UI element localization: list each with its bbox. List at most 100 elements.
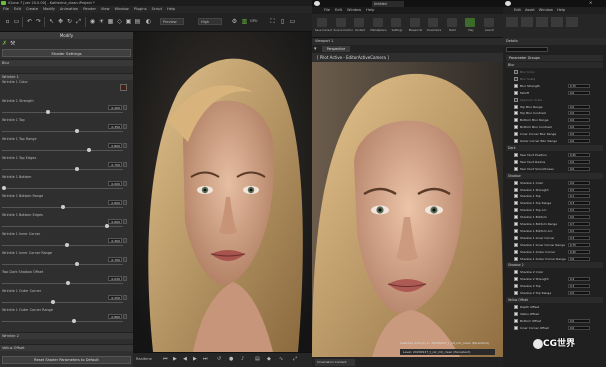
param-spinner[interactable]: [123, 162, 127, 167]
reset-shader-button[interactable]: Reset Shader Parameters to Default: [2, 356, 131, 364]
menu-item-asset[interactable]: Asset: [525, 7, 535, 14]
toolbar-play-button[interactable]: Play: [463, 16, 477, 36]
first-frame-icon[interactable]: ⏮: [163, 356, 168, 362]
details-value-field[interactable]: 0.0: [568, 166, 590, 171]
param-spinner[interactable]: [123, 295, 127, 300]
details-value-field[interactable]: 0.0: [568, 90, 590, 95]
toolbar-save-current-button[interactable]: Save Current: [315, 16, 332, 36]
param-slider-track[interactable]: [2, 150, 123, 151]
render-icon[interactable]: ▣: [124, 17, 133, 26]
close-icon[interactable]: ✕: [589, 0, 592, 5]
details-value-field[interactable]: 0.5: [568, 187, 590, 192]
menu-item-create[interactable]: Create: [26, 6, 38, 13]
menu-item-view[interactable]: View: [101, 6, 110, 13]
material-icon[interactable]: ⚒: [10, 40, 15, 47]
details-value-field[interactable]: 0.0: [568, 132, 590, 137]
details-value-field[interactable]: 0.0: [568, 180, 590, 185]
override-checkbox[interactable]: [514, 159, 518, 164]
override-checkbox[interactable]: [514, 242, 518, 247]
param-slider-knob[interactable]: [65, 243, 70, 247]
menu-item-plugins[interactable]: Plugins: [134, 6, 147, 13]
override-checkbox[interactable]: [514, 311, 518, 316]
toolbar-source-control-button[interactable]: Source Control: [334, 16, 353, 36]
tab-shader-settings[interactable]: Shader Settings: [2, 49, 131, 57]
menu-item-help[interactable]: Help: [167, 6, 175, 13]
details-value-field[interactable]: 0.1: [568, 194, 590, 199]
display-icon[interactable]: ▤: [133, 17, 142, 26]
param-spinner[interactable]: [123, 143, 127, 148]
override-checkbox[interactable]: [514, 215, 518, 220]
param-slider-knob[interactable]: [104, 224, 109, 228]
param-slider-track[interactable]: [2, 302, 123, 303]
param-spinner[interactable]: [123, 124, 127, 129]
menu-item-script[interactable]: Script: [152, 6, 162, 13]
parameter-groups-header[interactable]: Parameter Groups: [506, 55, 603, 61]
override-checkbox[interactable]: [514, 325, 518, 330]
details-header[interactable]: Details: [503, 38, 606, 45]
last-frame-icon[interactable]: ⏭: [203, 356, 208, 362]
override-checkbox[interactable]: [514, 166, 518, 171]
details-value-field[interactable]: 0.3: [568, 201, 590, 206]
override-checkbox[interactable]: [514, 118, 518, 123]
menu-item-file[interactable]: File: [3, 6, 9, 13]
menu-item-edit[interactable]: Edit: [14, 6, 21, 13]
toolbar-cinematics-button[interactable]: Cinematics: [426, 16, 441, 36]
override-checkbox[interactable]: [514, 318, 518, 323]
toolbar-blueprints-button[interactable]: Blueprints: [408, 16, 422, 36]
grid-icon[interactable]: ▦: [106, 17, 115, 26]
save-icon[interactable]: [506, 17, 518, 27]
param-spinner[interactable]: [123, 276, 127, 281]
scale-icon[interactable]: ⤢: [74, 17, 83, 26]
menu-item-window[interactable]: Window: [347, 7, 361, 14]
viewport-tab[interactable]: Viewport 1: [312, 38, 503, 45]
param-value-field[interactable]: 0.700: [108, 162, 122, 167]
details-value-field[interactable]: 0.45: [568, 152, 590, 157]
fullscreen-icon[interactable]: ⛶: [268, 17, 277, 26]
details-value-field[interactable]: 0.0: [568, 104, 590, 109]
expand-icon[interactable]: ⤢: [293, 356, 297, 362]
override-checkbox[interactable]: [514, 208, 518, 213]
menu-item-file[interactable]: File: [324, 7, 330, 14]
param-value-field[interactable]: 0.200: [108, 105, 122, 110]
curve-icon[interactable]: ∿: [279, 356, 283, 362]
param-slider-knob[interactable]: [74, 129, 79, 133]
iclone-viewport[interactable]: [133, 32, 312, 352]
details-value-field[interactable]: 0.0: [568, 215, 590, 220]
section-vellus-offset[interactable]: Vellus Offset: [0, 344, 133, 351]
preview-select[interactable]: Preview: [160, 18, 184, 25]
light-icon[interactable]: ☀: [97, 17, 106, 26]
override-checkbox[interactable]: [514, 76, 518, 81]
next-frame-icon[interactable]: ▶: [193, 356, 197, 362]
section-blur[interactable]: Blur: [0, 59, 133, 66]
menu-item-help[interactable]: Help: [557, 7, 565, 14]
minimize-view-icon[interactable]: ▭: [288, 17, 297, 26]
override-checkbox[interactable]: [514, 187, 518, 192]
color-swatch[interactable]: [120, 84, 127, 91]
param-slider-track[interactable]: [2, 245, 123, 246]
audio-icon[interactable]: ♪: [241, 356, 244, 362]
param-value-field[interactable]: 0.000: [108, 181, 122, 186]
toolbar-settings-button[interactable]: Settings: [389, 16, 403, 36]
toolbar-build-button[interactable]: Build: [445, 16, 459, 36]
menu-item-render[interactable]: Render: [83, 6, 96, 13]
details-section-shadow[interactable]: Shadow: [506, 172, 603, 179]
param-value-field[interactable]: 0.860: [108, 314, 122, 319]
param-slider-track[interactable]: [2, 188, 123, 189]
override-checkbox[interactable]: [514, 180, 518, 185]
param-slider-knob[interactable]: [60, 205, 65, 209]
param-value-field[interactable]: 0.350: [108, 124, 122, 129]
param-value-field[interactable]: 0.300: [108, 238, 122, 243]
override-checkbox[interactable]: [514, 222, 518, 226]
character-icon[interactable]: ✗: [2, 40, 7, 47]
param-slider-track[interactable]: [2, 283, 123, 284]
param-slider-knob[interactable]: [66, 281, 71, 285]
param-slider-knob[interactable]: [74, 262, 79, 266]
param-value-field[interactable]: 0.030: [108, 276, 122, 281]
override-checkbox[interactable]: [514, 291, 518, 296]
menu-item-window[interactable]: Window: [115, 6, 129, 13]
override-checkbox[interactable]: [514, 104, 518, 109]
param-slider-knob[interactable]: [87, 148, 92, 152]
override-checkbox[interactable]: [514, 90, 518, 95]
override-checkbox[interactable]: [514, 201, 518, 206]
details-value-field[interactable]: 0.3: [568, 235, 590, 240]
